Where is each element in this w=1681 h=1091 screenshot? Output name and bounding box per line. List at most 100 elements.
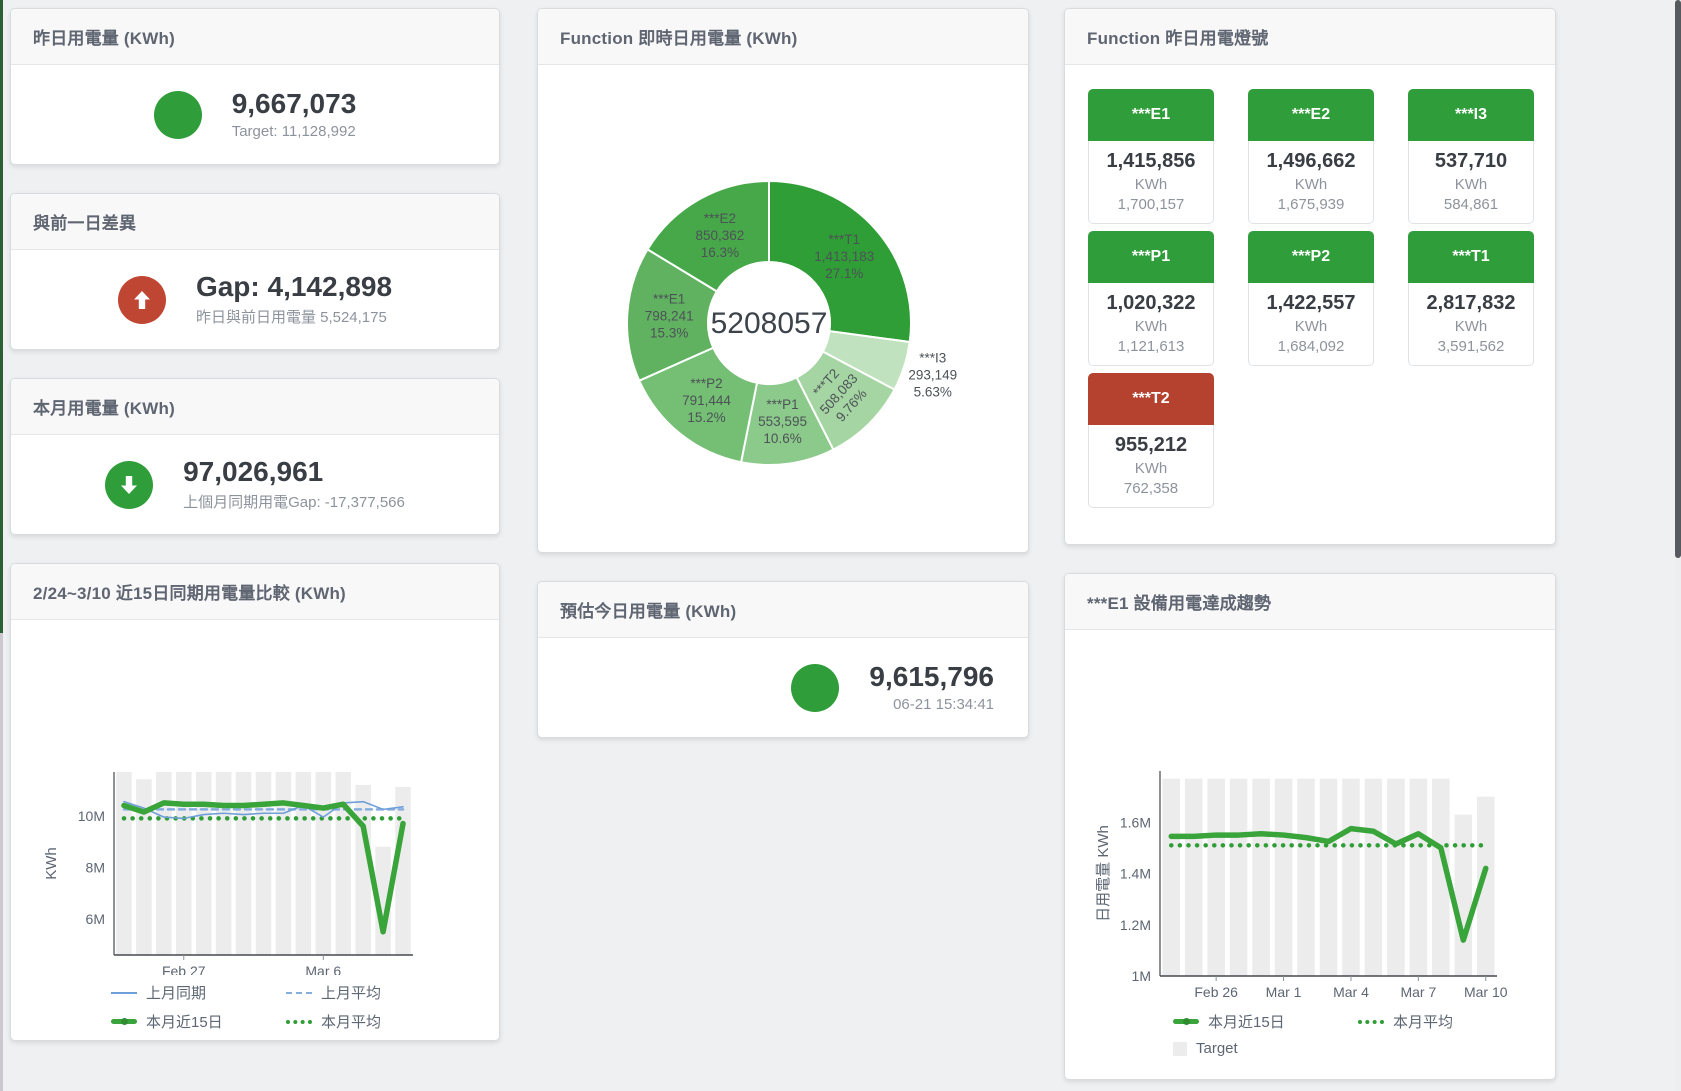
legend-label: 本月平均 [1393,1011,1453,1032]
tile-unit: KWh [1253,318,1369,335]
panel-title: 2/24~3/10 近15日同期用電量比較 (KWh) [33,579,346,604]
target-bar [1455,815,1473,976]
device-tile: ***E11,415,856KWh1,700,157 [1088,89,1214,224]
legend-label: 本月平均 [321,1011,381,1032]
tile-unit: KWh [1413,176,1529,193]
pie-center-total: 5208057 [711,307,828,340]
left-edge-strip-gray [0,633,3,1091]
panel-15day-compare-chart: 2/24~3/10 近15日同期用電量比較 (KWh) 6M8M10MKWhFe… [10,563,500,1041]
target-bar [276,772,292,955]
target-bar [176,772,192,955]
target-bar [1320,779,1338,976]
x-tick-label: Mar 10 [1464,984,1508,1000]
device-tile: ***T2 955,212 KWh 762,358 [1088,373,1214,508]
tile-body: 955,212 KWh 762,358 [1088,425,1214,508]
device-tile: ***T12,817,832KWh3,591,562 [1408,231,1534,366]
stat-value: Gap: 4,142,898 [196,272,392,303]
target-bar [1297,779,1315,976]
target-bar [1365,779,1383,976]
compare-chart-area[interactable]: 6M8M10MKWhFeb 27Mar 6 上月同期 上月平均本月近15日 本月平均… [11,620,499,1041]
panel-realtime-pie: Function 即時日用電量 (KWh) ***T11,413,18327.1… [537,8,1029,553]
tile-value: 1,422,557 [1253,292,1369,315]
legend-swatch [111,992,137,994]
target-bar [1207,779,1225,976]
panel-header: 2/24~3/10 近15日同期用電量比較 (KWh) [11,564,499,620]
target-bar [296,772,312,955]
tile-value: 537,710 [1413,150,1529,173]
tile-unit: KWh [1253,176,1369,193]
compare-chart-svg[interactable]: 6M8M10MKWhFeb 27Mar 6 [11,620,499,975]
tile-unit: KWh [1093,318,1209,335]
legend-label: 上月同期 [146,982,206,1003]
pie-segment-label: ***I3293,1495.63% [908,351,957,400]
legend-item-Target[interactable]: Target [1173,1040,1358,1057]
stat-value: 9,667,073 [232,89,357,120]
tile-unit: KWh [1093,176,1209,193]
tile-value: 1,415,856 [1093,150,1209,173]
stat-subtext: Target: 11,128,992 [232,123,357,140]
device-tile: ***P11,020,322KWh1,121,613 [1088,231,1214,366]
legend-label: 本月近15日 [146,1011,223,1032]
stat-value: 97,026,961 [183,457,405,488]
scrollbar-track[interactable] [1675,0,1681,1091]
stat-value: 9,615,796 [869,662,994,693]
tile-body: 1,496,662 KWh 1,675,939 [1248,141,1374,224]
panel-estimate-today: 預估今日用電量 (KWh) 9,615,796 06-21 15:34:41 [537,581,1029,738]
target-bar [395,787,411,955]
tile-body: 1,422,557 KWh 1,684,092 [1248,283,1374,366]
stat-text: 9,667,073 Target: 11,128,992 [232,89,357,141]
pie-chart-svg[interactable]: ***T11,413,18327.1%***I3293,1495.63%***T… [538,65,1028,553]
target-bar [335,772,351,955]
stat-body: 9,667,073 Target: 11,128,992 [11,65,499,164]
legend-item-本月近15日[interactable]: 本月近15日 [111,1011,286,1032]
legend-swatch [286,1020,312,1024]
panel-e1-trend-chart: ***E1 設備用電達成趨勢 1M1.2M1.4M1.6M日用電量 KWhFeb… [1064,573,1556,1080]
legend-item-本月平均[interactable]: 本月平均 [1358,1011,1555,1032]
target-bar [216,772,232,955]
y-axis-title: KWh [43,847,60,880]
panel-title: Function 即時日用電量 (KWh) [560,24,797,49]
legend-item-上月平均[interactable]: 上月平均 [286,982,486,1003]
tile-value: 955,212 [1093,434,1209,457]
legend-item-上月同期[interactable]: 上月同期 [111,982,286,1003]
panel-title: 本月用電量 (KWh) [33,394,175,419]
panel-header: 本月用電量 (KWh) [11,379,499,435]
tile-header: ***E1 [1088,89,1214,141]
panel-header: Function 即時日用電量 (KWh) [538,9,1028,65]
tile-header: ***T2 [1088,373,1214,425]
panel-header: 昨日用電量 (KWh) [11,9,499,65]
x-tick-label: Mar 7 [1400,984,1436,1000]
legend-swatch [111,1019,137,1024]
target-bar [156,772,172,955]
tile-unit: KWh [1093,460,1209,477]
panel-title: 與前一日差異 [33,209,136,234]
legend-item-Target[interactable]: Target [111,1040,286,1041]
y-tick-label: 1M [1132,968,1151,984]
panel-title: 昨日用電量 (KWh) [33,24,175,49]
e1-trend-chart-area[interactable]: 1M1.2M1.4M1.6M日用電量 KWhFeb 26Mar 1Mar 4Ma… [1065,630,1555,1057]
scrollbar-thumb[interactable] [1675,0,1681,558]
tile-header: ***I3 [1408,89,1534,141]
tile-target-value: 1,675,939 [1253,196,1369,213]
tile-header: ***P2 [1248,231,1374,283]
pie-chart-area[interactable]: ***T11,413,18327.1%***I3293,1495.63%***T… [538,65,1028,553]
tile-target-value: 762,358 [1093,480,1209,497]
legend-item-本月近15日[interactable]: 本月近15日 [1173,1011,1358,1032]
device-tile: ***E21,496,662KWh1,675,939 [1248,89,1374,224]
stat-subtext: 06-21 15:34:41 [869,696,994,713]
tile-value: 1,496,662 [1253,150,1369,173]
stat-body: Gap: 4,142,898 昨日與前日用電量 5,524,175 [11,250,499,349]
target-bar [1342,779,1360,976]
target-bar [196,772,212,955]
e1-trend-chart-svg[interactable]: 1M1.2M1.4M1.6M日用電量 KWhFeb 26Mar 1Mar 4Ma… [1065,630,1555,1004]
stat-text: 9,615,796 06-21 15:34:41 [869,662,994,714]
tile-target-value: 1,684,092 [1253,338,1369,355]
left-edge-strip-green [0,0,3,633]
target-bar [116,772,132,955]
x-tick-label: Mar 1 [1266,984,1302,1000]
target-bar [1275,779,1293,976]
legend-swatch [1173,1042,1187,1056]
panel-day-diff: 與前一日差異 Gap: 4,142,898 昨日與前日用電量 5,524,175 [10,193,500,350]
stat-subtext: 昨日與前日用電量 5,524,175 [196,306,392,327]
legend-item-本月平均[interactable]: 本月平均 [286,1011,486,1032]
